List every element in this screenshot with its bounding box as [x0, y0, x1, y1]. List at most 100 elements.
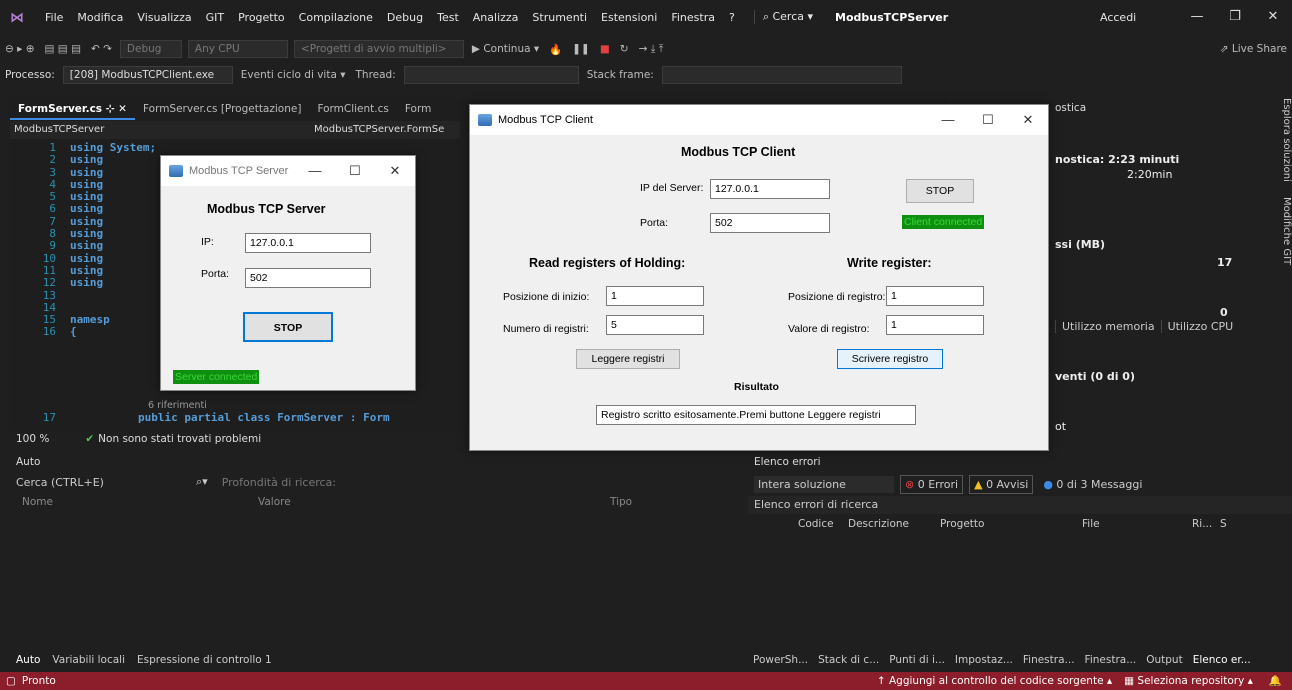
liveshare-button[interactable]: ⇗ Live Share [1215, 43, 1292, 55]
codelens-refs[interactable]: 6 riferimenti [148, 400, 207, 411]
tab-window-2[interactable]: Finestra... [1080, 654, 1142, 666]
search-icon[interactable]: ⌕▾ [196, 475, 208, 489]
error-search-input[interactable]: Elenco errori di ricerca [748, 496, 1292, 514]
stop-icon[interactable]: ■ [595, 43, 615, 55]
close-icon[interactable]: ✕ [1008, 112, 1048, 128]
save-icon[interactable]: ▤ ▤ ▤ [40, 43, 86, 55]
diag-tabs: Utilizzo memoria Utilizzo CPU [1055, 320, 1239, 333]
tab-watch[interactable]: Espressione di controllo 1 [131, 654, 278, 666]
server-ip-input[interactable]: 127.0.0.1 [245, 233, 371, 253]
menu-visualizza[interactable]: Visualizza [130, 11, 198, 24]
col-tipo[interactable]: Tipo [610, 496, 632, 508]
zoom-dropdown[interactable]: 100 % [10, 430, 55, 448]
maximize-icon[interactable]: ☐ [968, 112, 1008, 128]
process-dropdown[interactable]: [208] ModbusTCPClient.exe [62, 66, 233, 84]
col-valore[interactable]: Valore [258, 496, 610, 508]
signin-link[interactable]: Accedi [1100, 11, 1136, 24]
server-titlebar: Modbus TCP Server — ☐ ✕ [161, 156, 415, 186]
stackframe-dropdown[interactable] [661, 66, 902, 84]
select-repo[interactable]: ▦ Seleziona repository ▴ [1124, 672, 1269, 690]
menu-file[interactable]: File [38, 11, 70, 24]
reg-pos-input[interactable]: 1 [886, 286, 984, 306]
tab-formserver-design[interactable]: FormServer.cs [Progettazione] [135, 98, 309, 120]
menu-debug[interactable]: Debug [380, 11, 430, 24]
minimize-icon[interactable]: — [928, 112, 968, 128]
server-port-input[interactable]: 502 [245, 268, 371, 288]
add-source-control[interactable]: ↑ Aggiungi al controllo del codice sorge… [877, 672, 1124, 690]
bell-icon[interactable]: 🔔 [1269, 672, 1292, 690]
server-stop-button[interactable]: STOP [243, 312, 333, 342]
tab-git-changes[interactable]: Modifiche GIT [1281, 197, 1292, 265]
tab-formserver-cs[interactable]: FormServer.cs ⊹ ✕ [10, 98, 135, 120]
close-icon[interactable]: ✕ [375, 163, 415, 179]
menu-modifica[interactable]: Modifica [70, 11, 130, 24]
tab-auto[interactable]: Auto [10, 654, 46, 666]
start-input[interactable]: 1 [606, 286, 704, 306]
tab-solution-explorer[interactable]: Esplora soluzioni [1281, 98, 1292, 182]
scope-dropdown[interactable]: Intera soluzione [754, 475, 894, 493]
tab-exception-settings[interactable]: Impostaz... [950, 654, 1018, 666]
close-icon[interactable]: ✕ [1254, 0, 1292, 34]
problems-status[interactable]: Non sono stati trovati problemi [94, 430, 261, 448]
col-codice[interactable]: Codice [798, 518, 848, 530]
client-stop-button[interactable]: STOP [906, 179, 974, 203]
client-ip-input[interactable]: 127.0.0.1 [710, 179, 830, 199]
menu-progetto[interactable]: Progetto [231, 11, 292, 24]
continue-button[interactable]: ▶ Continua ▾ [467, 43, 544, 55]
tab-error-list[interactable]: Elenco er... [1188, 654, 1256, 666]
auto-search-input[interactable]: Cerca (CTRL+E) [16, 476, 196, 489]
tab-window-1[interactable]: Finestra... [1018, 654, 1080, 666]
col-s[interactable]: S [1220, 518, 1227, 530]
minimize-icon[interactable]: — [295, 163, 335, 179]
col-riga[interactable]: Ri... [1192, 518, 1220, 530]
errors-filter[interactable]: ⊗ 0 Errori [900, 474, 964, 494]
count-input[interactable]: 5 [606, 315, 704, 335]
hot-reload-icon[interactable]: 🔥 [544, 43, 567, 56]
menu-strumenti[interactable]: Strumenti [525, 11, 594, 24]
menu-git[interactable]: GIT [199, 11, 232, 24]
write-register-button[interactable]: Scrivere registro [837, 349, 943, 369]
tab-output[interactable]: Output [1141, 654, 1187, 666]
undo-icon[interactable]: ↶ ↷ [86, 43, 117, 55]
col-nome[interactable]: Nome [10, 496, 258, 508]
restore-icon[interactable]: ❐ [1216, 0, 1254, 34]
tab-cpu[interactable]: Utilizzo CPU [1160, 320, 1240, 333]
class-dropdown[interactable]: ModbusTCPServer.FormSe [314, 121, 444, 139]
result-output[interactable]: Registro scritto esitosamente.Premi butt… [596, 405, 916, 425]
startup-dropdown[interactable]: <Progetti di avvio multipli> [293, 40, 464, 58]
col-descrizione[interactable]: Descrizione [848, 518, 940, 530]
menu-test[interactable]: Test [430, 11, 466, 24]
maximize-icon[interactable]: ☐ [335, 163, 375, 179]
restart-icon[interactable]: ↻ [615, 43, 634, 55]
menu-finestra[interactable]: Finestra [664, 11, 722, 24]
tab-locals[interactable]: Variabili locali [46, 654, 131, 666]
nav-back-icon[interactable]: ⊖ ▸ ⊕ [0, 43, 40, 55]
minimize-icon[interactable]: — [1178, 0, 1216, 34]
tab-powershell[interactable]: PowerSh... [748, 654, 813, 666]
messages-filter[interactable]: ● 0 di 3 Messaggi [1039, 476, 1146, 493]
config-dropdown[interactable]: Debug [119, 40, 182, 58]
step-icons[interactable]: → ⤓ ⤒ [634, 43, 669, 56]
warnings-filter[interactable]: ▲ 0 Avvisi [969, 474, 1034, 494]
menu-estensioni[interactable]: Estensioni [594, 11, 664, 24]
tab-formclient-cs[interactable]: FormClient.cs [309, 98, 396, 120]
menu-analizza[interactable]: Analizza [466, 11, 526, 24]
tab-memory[interactable]: Utilizzo memoria [1055, 320, 1161, 333]
pause-icon[interactable]: ❚❚ [567, 43, 595, 55]
client-window: Modbus TCP Client — ☐ ✕ Modbus TCP Client … [469, 104, 1049, 451]
read-registers-button[interactable]: Leggere registri [576, 349, 680, 369]
platform-dropdown[interactable]: Any CPU [187, 40, 288, 58]
tab-form-other[interactable]: Form [397, 98, 439, 120]
lifecycle-button[interactable]: Eventi ciclo di vita ▾ [236, 69, 351, 81]
project-dropdown[interactable]: ModbusTCPServer [14, 121, 314, 139]
client-port-input[interactable]: 502 [710, 213, 830, 233]
reg-val-input[interactable]: 1 [886, 315, 984, 335]
col-file[interactable]: File [1082, 518, 1192, 530]
search-box[interactable]: ⌕ Cerca ▾ [753, 10, 821, 24]
col-progetto[interactable]: Progetto [940, 518, 1082, 530]
thread-dropdown[interactable] [403, 66, 579, 84]
menu-compilazione[interactable]: Compilazione [292, 11, 380, 24]
menu-help[interactable]: ? [722, 11, 742, 24]
tab-breakpoints[interactable]: Punti di i... [884, 654, 950, 666]
tab-callstack[interactable]: Stack di c... [813, 654, 884, 666]
